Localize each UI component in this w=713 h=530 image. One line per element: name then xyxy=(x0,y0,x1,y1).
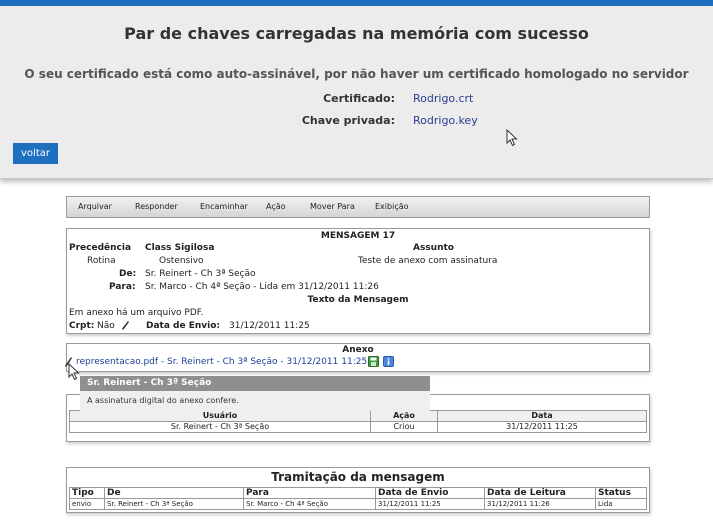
routing-col-type: Tipo xyxy=(69,487,105,499)
private-key-label: Chave privada: xyxy=(301,114,395,127)
toolbar-reply[interactable]: Responder xyxy=(135,202,178,211)
message-toolbar: Arquivar Responder Encaminhar Ação Mover… xyxy=(66,196,650,218)
routing-col-read: Data de Leitura xyxy=(484,487,596,499)
certificate-label: Certificado: xyxy=(323,92,395,105)
sent-label: Data de Envio: xyxy=(146,321,221,331)
routing-cell-from: Sr. Reinert - Ch 3ª Seção xyxy=(104,498,244,510)
private-key-value: Rodrigo.key xyxy=(413,114,478,127)
routing-col-to: Para xyxy=(243,487,376,499)
back-button[interactable]: voltar xyxy=(13,143,58,164)
attachment-panel: Anexo representacao.pdf - Sr. Reinert - … xyxy=(65,343,650,372)
history-col-date: Data xyxy=(437,410,647,422)
history-col-user: Usuário xyxy=(69,410,371,422)
crypt-label: Crpt: xyxy=(69,321,95,331)
mouse-pointer-icon xyxy=(68,363,80,381)
precedence-value: Rotina xyxy=(87,256,116,266)
certificate-value: Rodrigo.crt xyxy=(413,92,474,105)
info-icon[interactable] xyxy=(383,356,394,367)
routing-cell-to: Sr. Marco - Ch 4ª Seção xyxy=(243,498,376,510)
routing-cell-type: envio xyxy=(69,498,105,510)
precedence-label: Precedência xyxy=(69,243,132,253)
routing-col-status: Status xyxy=(595,487,647,499)
history-cell-date: 31/12/2011 11:25 xyxy=(437,421,647,433)
tooltip-text: A assinatura digital do anexo confere. xyxy=(87,396,239,405)
history-cell-user: Sr. Reinert - Ch 3ª Seção xyxy=(69,421,371,433)
routing-table: Tipo De Para Data de Envio Data de Leitu… xyxy=(69,487,647,510)
routing-cell-sent: 31/12/2011 11:25 xyxy=(375,498,485,510)
history-table: Usuário Ação Data Sr. Reinert - Ch 3ª Se… xyxy=(69,410,647,433)
history-col-action: Ação xyxy=(370,410,438,422)
to-label: Para: xyxy=(109,282,136,292)
to-value: Sr. Marco - Ch 4ª Seção - Lida em 31/12/… xyxy=(145,282,379,292)
attachment-link[interactable]: representacao.pdf - Sr. Reinert - Ch 3ª … xyxy=(76,357,367,367)
body-text: Em anexo há um arquivo PDF. xyxy=(69,308,204,318)
save-icon[interactable] xyxy=(368,356,379,367)
message-header: MENSAGEM 17 xyxy=(320,231,396,241)
routing-header: Tramitação da mensagem xyxy=(271,470,445,484)
routing-col-sent: Data de Envio xyxy=(375,487,485,499)
crypt-value: Não xyxy=(97,321,115,331)
body-label: Texto da Mensagem xyxy=(307,295,409,305)
from-value: Sr. Reinert - Ch 3ª Seção xyxy=(145,269,256,279)
toolbar-view[interactable]: Exibição xyxy=(375,202,409,211)
toolbar-archive[interactable]: Arquivar xyxy=(78,202,112,211)
toolbar-move-to[interactable]: Mover Para xyxy=(310,202,355,211)
subject-value: Teste de anexo com assinatura xyxy=(358,256,498,266)
toolbar-action[interactable]: Ação xyxy=(266,202,286,211)
banner-title: Par de chaves carregadas na memória com … xyxy=(124,24,589,43)
tooltip-body: A assinatura digital do anexo confere. xyxy=(80,391,430,411)
routing-panel: Tramitação da mensagem Tipo De Para Data… xyxy=(66,467,650,513)
table-row: envio Sr. Reinert - Ch 3ª Seção Sr. Marc… xyxy=(69,498,647,510)
routing-cell-status: Lida xyxy=(595,498,647,510)
history-cell-action: Criou xyxy=(370,421,438,433)
toolbar-forward[interactable]: Encaminhar xyxy=(200,202,248,211)
routing-header-row: Tipo De Para Data de Envio Data de Leitu… xyxy=(69,487,647,499)
subject-label: Assunto xyxy=(413,243,454,253)
status-banner: Par de chaves carregadas na memória com … xyxy=(0,6,713,179)
table-row: Sr. Reinert - Ch 3ª Seção Criou 31/12/20… xyxy=(69,421,647,433)
private-key-row: Chave privada: Rodrigo.key xyxy=(0,114,713,128)
sent-value: 31/12/2011 11:25 xyxy=(229,321,310,331)
attachment-header: Anexo xyxy=(342,345,374,355)
pencil-icon[interactable] xyxy=(121,320,130,331)
certificate-row: Certificado: Rodrigo.crt xyxy=(0,92,713,106)
routing-col-from: De xyxy=(104,487,244,499)
tooltip-title: Sr. Reinert - Ch 3ª Seção xyxy=(87,378,212,388)
history-header-row: Usuário Ação Data xyxy=(69,410,647,422)
from-label: De: xyxy=(119,269,137,279)
tooltip-title-bar: Sr. Reinert - Ch 3ª Seção xyxy=(80,376,430,391)
banner-subtitle: O seu certificado está como auto-assináv… xyxy=(24,67,689,81)
message-panel: MENSAGEM 17 Precedência Class Sigilosa A… xyxy=(66,228,650,334)
class-label: Class Sigilosa xyxy=(145,243,215,253)
mouse-pointer-icon xyxy=(506,129,518,147)
routing-cell-read: 31/12/2011 11:26 xyxy=(484,498,596,510)
class-value: Ostensivo xyxy=(159,256,204,266)
